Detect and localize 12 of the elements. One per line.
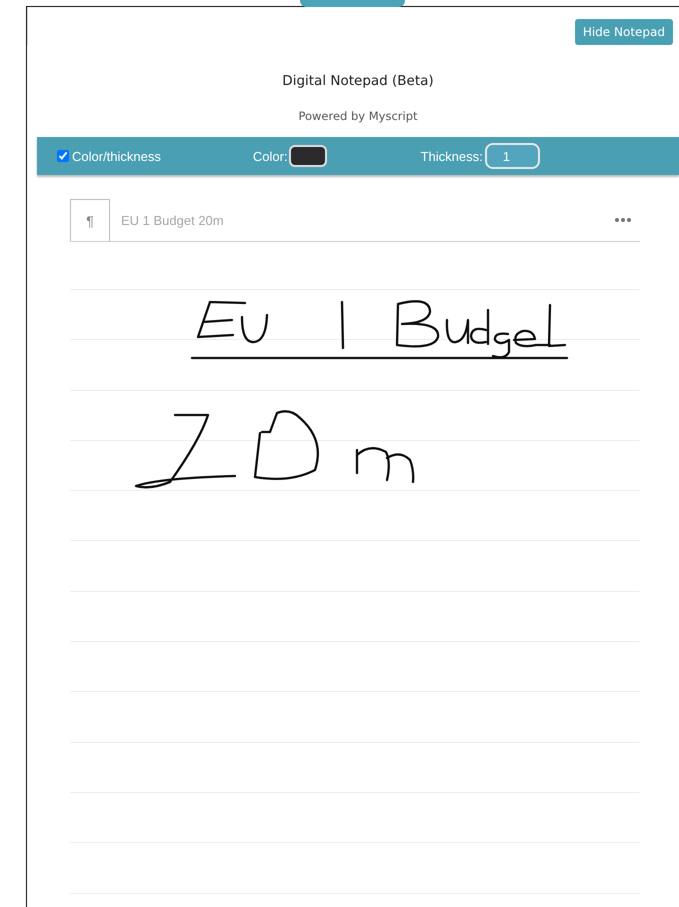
- checkbox[interactable]: [57, 150, 69, 162]
- color-picker[interactable]: [288, 145, 327, 167]
- thickness-field[interactable]: 1: [484, 143, 540, 169]
- recognized-text: EU 1 Budget 20m: [121, 212, 225, 228]
- notepad-title: Digital Notepad (Beta): [281, 73, 435, 89]
- thickness-label: Thickness:: [420, 148, 483, 164]
- paragraph-button[interactable]: ¶: [70, 199, 110, 241]
- more-icon[interactable]: [614, 217, 632, 223]
- hide-notepad-button[interactable]: Hide Notepad: [574, 19, 673, 45]
- color-label: Color:: [252, 148, 288, 164]
- checkbox-label: Color/thickness: [72, 148, 161, 164]
- powered-by-text: Powered by Myscript: [297, 109, 419, 123]
